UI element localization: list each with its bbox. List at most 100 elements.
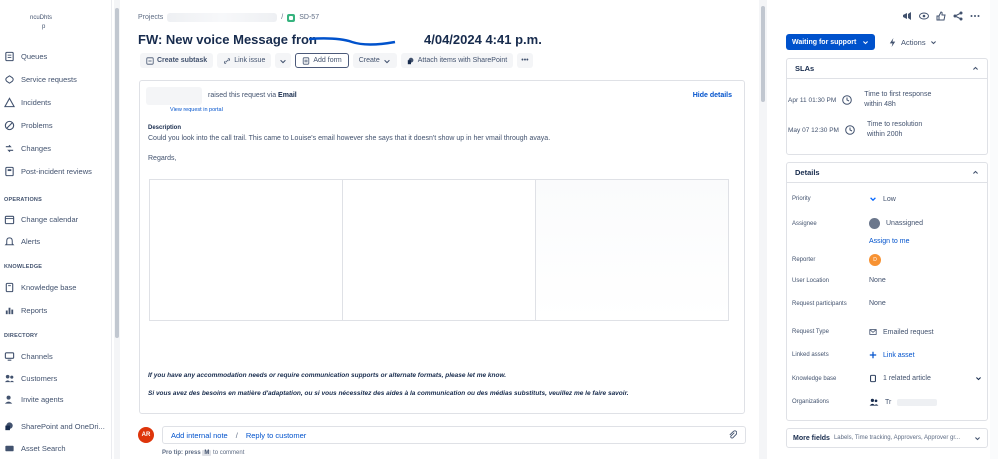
sidebar-scrollbar-thumb[interactable] <box>115 8 119 338</box>
sidebar-item-sharepoint[interactable]: SharePoint and OneDri... <box>4 418 105 434</box>
sidebar-item-service-requests[interactable]: Service requests <box>4 71 77 87</box>
protip-key: M <box>202 450 212 456</box>
sidebar-item-invite-agents[interactable]: Invite agents <box>4 391 64 407</box>
reporter-redacted <box>146 87 202 105</box>
main-scrollbar[interactable] <box>759 0 767 459</box>
signature-table <box>149 179 729 321</box>
sidebar-item-changes[interactable]: Changes <box>4 140 51 156</box>
clock-icon <box>842 95 853 105</box>
description-regards: Regards, <box>148 155 177 162</box>
status-button[interactable]: Waiting for support <box>786 34 876 50</box>
avatar: AR <box>138 427 154 443</box>
project-name[interactable]: ncuDhts p <box>30 14 52 32</box>
issue-title-date[interactable]: 4/04/2024 4:41 p.m. <box>424 32 542 47</box>
pro-tip: Pro tip: press M to comment <box>162 450 245 456</box>
sidebar-item-asset-search[interactable]: Asset Search <box>4 440 66 456</box>
bell-icon <box>4 236 15 247</box>
create-button[interactable]: Create <box>352 53 397 68</box>
megaphone-icon[interactable] <box>902 11 912 21</box>
slas-header[interactable]: SLAs <box>787 59 987 79</box>
priority-field: Priority Low <box>792 195 896 203</box>
issue-main: Projects / SD-57 FW: New voice Message f… <box>122 0 756 459</box>
sidebar-item-knowledge-base[interactable]: Knowledge base <box>4 279 76 295</box>
subtask-icon <box>146 56 154 65</box>
sidebar-item-queues[interactable]: Queues <box>4 48 47 64</box>
people-icon <box>4 373 15 384</box>
organization-value[interactable]: Tr <box>869 398 938 406</box>
sidebar: ncuDhts p Queues Service requests Incide… <box>0 0 112 459</box>
description-label: Description <box>148 125 182 131</box>
right-scrollbar[interactable] <box>990 0 998 459</box>
add-form-button[interactable]: Add form <box>295 53 349 68</box>
request-type-value[interactable]: Emailed request <box>869 328 934 336</box>
assignee-value[interactable]: Unassigned <box>869 218 923 229</box>
sla-first-response: Apr 11 01:30 PM Time to first response wi… <box>788 91 932 108</box>
chevron-down-icon <box>863 40 869 44</box>
chevron-down-icon <box>976 377 981 381</box>
priority-low-icon <box>870 197 876 202</box>
main-scrollbar-thumb[interactable] <box>761 6 765 102</box>
user-location-value[interactable]: None <box>869 277 886 284</box>
assign-to-me-link[interactable]: Assign to me <box>869 238 909 245</box>
chevron-down-icon <box>930 40 936 44</box>
comment-separator: / <box>235 430 238 440</box>
request-details: raised this request via Email View reque… <box>139 80 745 414</box>
details-header[interactable]: Details <box>787 163 987 183</box>
breadcrumb-projects[interactable]: Projects <box>138 14 163 21</box>
email-icon <box>869 329 877 335</box>
create-subtask-button[interactable]: Create subtask <box>140 53 214 68</box>
chevron-down-icon <box>280 59 287 63</box>
organizations-field: Organizations Tr <box>792 398 982 406</box>
sidebar-item-channels[interactable]: Channels <box>4 348 53 364</box>
issue-type-icon <box>287 13 296 22</box>
sidebar-item-customers[interactable]: Customers <box>4 370 57 386</box>
issue-title[interactable]: FW: New voice Message fron <box>138 32 317 47</box>
actions-button[interactable]: Actions <box>888 34 937 50</box>
issue-sidebar: Waiting for support Actions SLAs Apr 11 … <box>778 0 998 459</box>
lightning-icon <box>889 37 896 47</box>
sidebar-item-reports[interactable]: Reports <box>4 302 47 318</box>
more-icon[interactable] <box>970 11 980 21</box>
signature-cell <box>343 180 536 320</box>
more-actions-button[interactable]: ••• <box>517 53 533 68</box>
eye-icon[interactable] <box>919 11 929 21</box>
kb-value[interactable]: 1 related article <box>869 374 982 383</box>
hide-details-link[interactable]: Hide details <box>693 92 732 99</box>
sidebar-item-alerts[interactable]: Alerts <box>4 233 40 249</box>
breadcrumb-project-redacted[interactable] <box>167 13 278 22</box>
queue-icon <box>4 51 15 62</box>
add-internal-note-button[interactable]: Add internal note <box>171 431 228 440</box>
breadcrumb: Projects / SD-57 <box>138 13 319 22</box>
participants-value[interactable]: None <box>869 300 886 307</box>
sidebar-item-change-calendar[interactable]: Change calendar <box>4 211 78 227</box>
sidebar-item-incidents[interactable]: Incidents <box>4 94 51 110</box>
link-asset-button[interactable]: Link asset <box>869 351 915 359</box>
chevron-down-icon <box>383 59 390 63</box>
reply-to-customer-button[interactable]: Reply to customer <box>246 431 306 440</box>
sidebar-scrollbar[interactable] <box>114 0 120 459</box>
attachment-icon[interactable] <box>728 429 738 441</box>
view-in-portal-link[interactable]: View request in portal <box>170 107 223 113</box>
attach-sharepoint-button[interactable]: Attach items with SharePoint <box>400 53 514 68</box>
thumbs-up-icon[interactable] <box>936 11 946 21</box>
reporter-avatar: D <box>869 254 881 266</box>
incident-icon <box>4 96 15 108</box>
user-location-field: User Location None <box>792 277 886 284</box>
sidebar-item-problems[interactable]: Problems <box>4 117 53 133</box>
review-icon <box>4 166 15 177</box>
breadcrumb-issue-key[interactable]: SD-57 <box>299 14 319 21</box>
issue-top-icons <box>902 11 980 21</box>
comment-box[interactable]: Add internal note / Reply to customer <box>162 426 746 444</box>
sidebar-item-post-incident-reviews[interactable]: Post-incident reviews <box>4 163 92 179</box>
unassigned-avatar-icon <box>869 218 880 229</box>
more-fields-panel[interactable]: More fields Labels, Time tracking, Appro… <box>786 428 988 448</box>
reporter-value[interactable]: D <box>869 254 881 266</box>
link-issue-dropdown[interactable] <box>275 53 292 68</box>
raised-via: raised this request via Email <box>208 92 297 99</box>
description-text[interactable]: Could you look into the call trail. This… <box>148 135 550 142</box>
accommodation-note-fr: Si vous avez des besoins en matière d'ad… <box>148 390 629 397</box>
link-issue-button[interactable]: Link issue <box>217 53 272 68</box>
priority-value[interactable]: Low <box>869 195 896 203</box>
assignee-field: Assignee Unassigned <box>792 218 923 229</box>
share-icon[interactable] <box>953 11 963 21</box>
